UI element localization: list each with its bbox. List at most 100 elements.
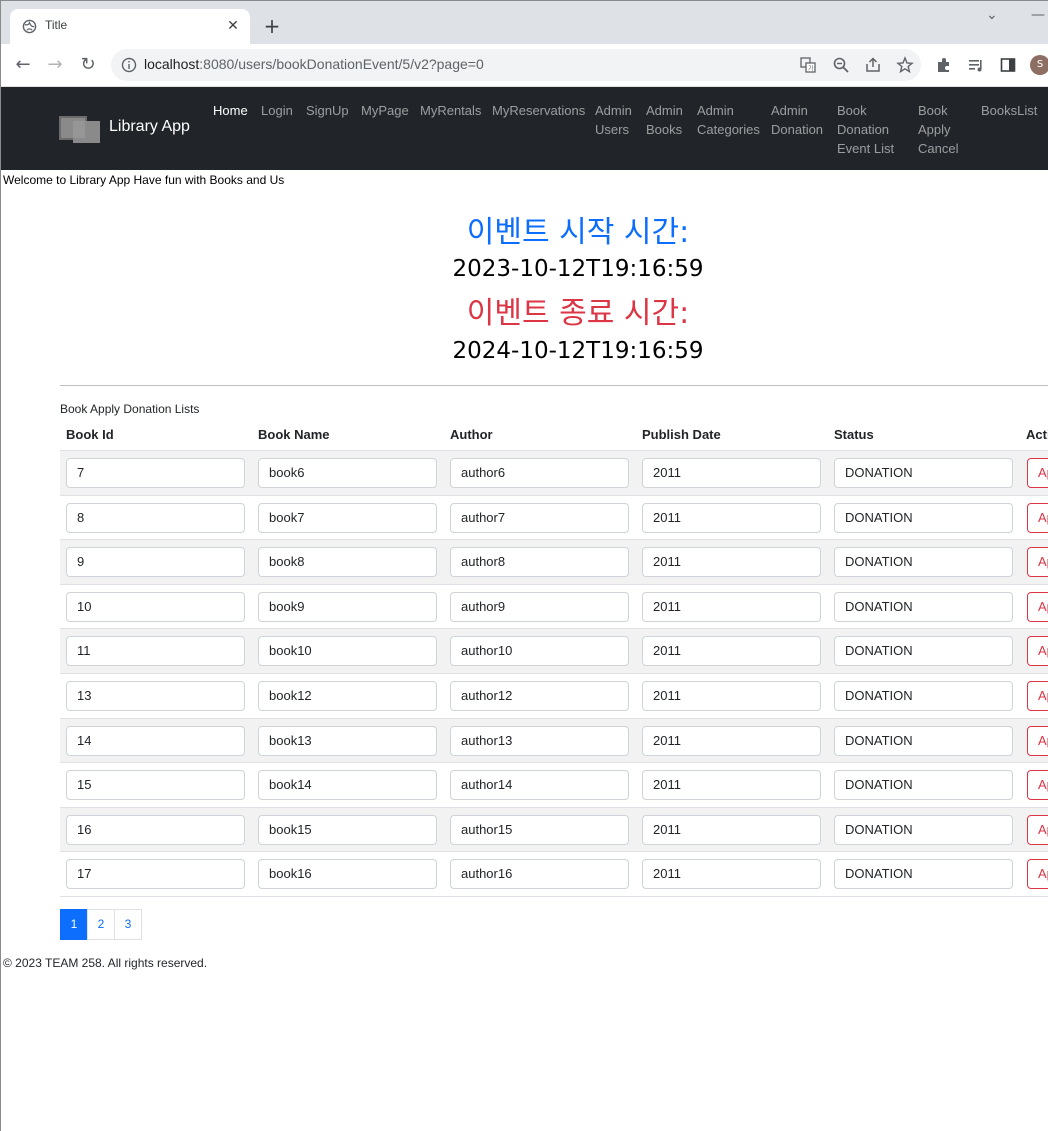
book-name-field[interactable]: book6 [258,458,437,488]
apply-button[interactable]: Ap [1027,636,1048,667]
apply-button[interactable]: Ap [1027,725,1048,756]
page-link-3[interactable]: 3 [114,909,142,940]
author-field[interactable]: author7 [450,502,629,533]
status-field[interactable]: DONATION [834,859,1013,890]
author-field[interactable]: author6 [450,458,629,488]
nav-book-donation-event-list[interactable]: Book Donation Event List [837,101,894,158]
nav-signup[interactable]: SignUp [306,101,349,120]
side-panel-icon[interactable] [999,56,1017,74]
publish-date-field[interactable]: 2011 [642,547,821,578]
nav-myrentals[interactable]: MyRentals [420,101,481,120]
author-field[interactable]: author15 [450,814,629,845]
status-field[interactable]: DONATION [834,502,1013,533]
book-id-field[interactable]: 11 [66,636,245,667]
publish-date-field[interactable]: 2011 [642,458,821,488]
book-name-field[interactable]: book14 [258,770,437,801]
back-icon[interactable]: ← [13,55,33,75]
author-field[interactable]: author9 [450,591,629,622]
book-id-field[interactable]: 17 [66,859,245,890]
tab-strip: Title ✕ + ⌄ — [1,1,1048,44]
page-link-1[interactable]: 1 [60,909,88,940]
book-id-field[interactable]: 14 [66,725,245,756]
book-id-field[interactable]: 8 [66,502,245,533]
svg-text:가: 가 [808,65,814,73]
nav-login[interactable]: Login [261,101,293,120]
tab-search-icon[interactable]: ⌄ [986,7,998,23]
address-bar[interactable]: localhost:8080/users/bookDonationEvent/5… [111,49,921,81]
author-field[interactable]: author12 [450,680,629,711]
status-field[interactable]: DONATION [834,680,1013,711]
book-name-field[interactable]: book7 [258,502,437,533]
nav-bookslist[interactable]: BooksList [981,101,1037,120]
status-field[interactable]: DONATION [834,814,1013,845]
publish-date-field[interactable]: 2011 [642,591,821,622]
publish-date-field[interactable]: 2011 [642,502,821,533]
brand-name[interactable]: Library App [109,118,190,136]
apply-button[interactable]: Ap [1027,859,1048,890]
nav-admin-categories[interactable]: Admin Categories [697,101,760,139]
author-field[interactable]: author14 [450,770,629,801]
book-name-field[interactable]: book13 [258,725,437,756]
author-field[interactable]: author8 [450,547,629,578]
publish-date-field[interactable]: 2011 [642,770,821,801]
status-field[interactable]: DONATION [834,725,1013,756]
publish-date-field[interactable]: 2011 [642,680,821,711]
zoom-icon[interactable] [832,56,850,74]
reading-list-icon[interactable] [967,56,985,74]
book-id-field[interactable]: 15 [66,770,245,801]
book-name-field[interactable]: book12 [258,680,437,711]
author-field[interactable]: author13 [450,725,629,756]
author-field[interactable]: author16 [450,859,629,890]
page-link-2[interactable]: 2 [87,909,115,940]
brand-logo[interactable] [59,114,101,144]
profile-avatar[interactable]: S [1030,55,1048,75]
publish-date-field[interactable]: 2011 [642,725,821,756]
forward-icon[interactable]: → [45,55,65,75]
browser-tab[interactable]: Title ✕ [10,9,250,44]
nav-admin-users[interactable]: Admin Users [595,101,632,139]
apply-button[interactable]: Ap [1027,502,1048,533]
apply-button[interactable]: Ap [1027,680,1048,711]
book-id-field[interactable]: 7 [66,458,245,488]
nav-mypage[interactable]: MyPage [361,101,409,120]
new-tab-icon[interactable]: + [261,15,283,37]
minimize-icon[interactable]: — [1031,7,1045,23]
publish-date-field[interactable]: 2011 [642,859,821,890]
status-field[interactable]: DONATION [834,636,1013,667]
nav-admin-donation[interactable]: Admin Donation [771,101,823,139]
translate-icon[interactable]: 가 [799,56,817,74]
publish-date-field[interactable]: 2011 [642,814,821,845]
url-text[interactable]: localhost:8080/users/bookDonationEvent/5… [144,56,484,72]
nav-book-apply-cancel[interactable]: Book Apply Cancel [918,101,958,158]
book-id-field[interactable]: 16 [66,814,245,845]
reload-icon[interactable]: ↻ [78,55,98,75]
apply-button[interactable]: Ap [1027,814,1048,845]
publish-date-field[interactable]: 2011 [642,636,821,667]
nav-home[interactable]: Home [213,101,248,120]
status-field[interactable]: DONATION [834,591,1013,622]
share-icon[interactable] [864,56,882,74]
status-field[interactable]: DONATION [834,770,1013,801]
table-row: 9 book8 author8 2011 DONATION Ap [60,540,1048,585]
apply-button[interactable]: Ap [1027,591,1048,622]
book-name-field[interactable]: book10 [258,636,437,667]
bookmark-star-icon[interactable] [896,56,914,74]
nav-myreservations[interactable]: MyReservations [492,101,585,120]
extensions-icon[interactable] [935,56,953,74]
nav-admin-books[interactable]: Admin Books [646,101,683,139]
site-info-icon[interactable] [121,57,137,73]
apply-button[interactable]: Ap [1027,458,1048,488]
status-field[interactable]: DONATION [834,458,1013,488]
book-name-field[interactable]: book16 [258,859,437,890]
book-name-field[interactable]: book8 [258,547,437,578]
apply-button[interactable]: Ap [1027,770,1048,801]
apply-button[interactable]: Ap [1027,547,1048,578]
book-id-field[interactable]: 9 [66,547,245,578]
book-id-field[interactable]: 10 [66,591,245,622]
book-id-field[interactable]: 13 [66,680,245,711]
status-field[interactable]: DONATION [834,547,1013,578]
book-name-field[interactable]: book9 [258,591,437,622]
author-field[interactable]: author10 [450,636,629,667]
tab-close-icon[interactable]: ✕ [224,17,242,35]
book-name-field[interactable]: book15 [258,814,437,845]
